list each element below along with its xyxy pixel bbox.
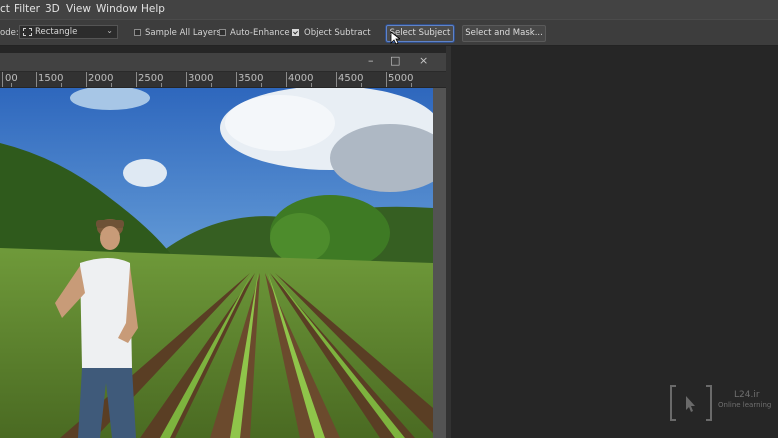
ruler-tick: [2, 72, 3, 87]
menu-window[interactable]: Window: [96, 3, 137, 15]
ruler-label: 1500: [38, 73, 64, 84]
menu-help[interactable]: Help: [141, 3, 165, 15]
ruler-minor-tick: [361, 83, 362, 87]
ruler-label: 5000: [388, 73, 414, 84]
document-title-bar: – □ ×: [0, 53, 446, 72]
ruler-minor-tick: [161, 83, 162, 87]
ruler-tick: [36, 72, 37, 87]
ruler-minor-tick: [311, 83, 312, 87]
horizontal-ruler: 00 1500 2000 2500 3000 3500 4000 4500 50…: [0, 72, 446, 88]
photo-farmer-in-corn-field: [0, 88, 433, 438]
sample-all-layers-checkbox[interactable]: [134, 29, 141, 36]
ruler-tick: [236, 72, 237, 87]
ruler-minor-tick: [61, 83, 62, 87]
ruler-minor-tick: [211, 83, 212, 87]
ruler-label: 2500: [138, 73, 164, 84]
watermark-brand: L24.ir: [734, 390, 760, 400]
ruler-label: 2000: [88, 73, 114, 84]
watermark: L24.ir Online learning: [668, 384, 772, 422]
mode-label: ode:: [0, 28, 19, 38]
sample-all-layers-label: Sample All Layers: [145, 28, 221, 38]
auto-enhance-checkbox[interactable]: [219, 29, 226, 36]
close-icon[interactable]: ×: [419, 54, 428, 67]
auto-enhance-label: Auto-Enhance: [230, 28, 290, 38]
select-and-mask-button[interactable]: Select and Mask...: [462, 25, 546, 42]
menu-bar: ct Filter 3D View Window Help: [0, 0, 778, 19]
ruler-tick: [186, 72, 187, 87]
ruler-tick: [136, 72, 137, 87]
menu-3d[interactable]: 3D: [45, 3, 60, 15]
ruler-minor-tick: [261, 83, 262, 87]
ruler-label: 4500: [338, 73, 364, 84]
watermark-tagline: Online learning: [718, 401, 772, 409]
ruler-tick: [286, 72, 287, 87]
mode-select[interactable]: Rectangle ⌄: [19, 25, 118, 39]
ruler-label: 3000: [188, 73, 214, 84]
document-canvas[interactable]: [0, 88, 433, 438]
ruler-minor-tick: [111, 83, 112, 87]
mode-value: Rectangle: [35, 27, 78, 37]
ruler-tick: [336, 72, 337, 87]
object-subtract-label: Object Subtract: [304, 28, 371, 38]
menu-filter[interactable]: Filter: [14, 3, 40, 15]
ruler-label: 3500: [238, 73, 264, 84]
ruler-tick: [386, 72, 387, 87]
ruler-tick: [86, 72, 87, 87]
menu-select[interactable]: ct: [0, 3, 10, 15]
rectangle-marquee-icon: [23, 28, 32, 36]
object-subtract-checkbox[interactable]: [292, 29, 299, 36]
ruler-minor-tick: [411, 83, 412, 87]
panel-divider[interactable]: [446, 46, 451, 438]
chevron-down-icon: ⌄: [106, 26, 113, 35]
mouse-cursor-icon: [390, 31, 400, 45]
options-bar: ode: Rectangle ⌄ Sample All Layers Auto-…: [0, 19, 778, 46]
menu-view[interactable]: View: [66, 3, 91, 15]
ruler-label: 4000: [288, 73, 314, 84]
restore-icon[interactable]: □: [390, 54, 400, 67]
ruler-minor-tick: [11, 83, 12, 87]
l24-logo-icon: [670, 385, 712, 421]
minimize-icon[interactable]: –: [368, 54, 374, 67]
